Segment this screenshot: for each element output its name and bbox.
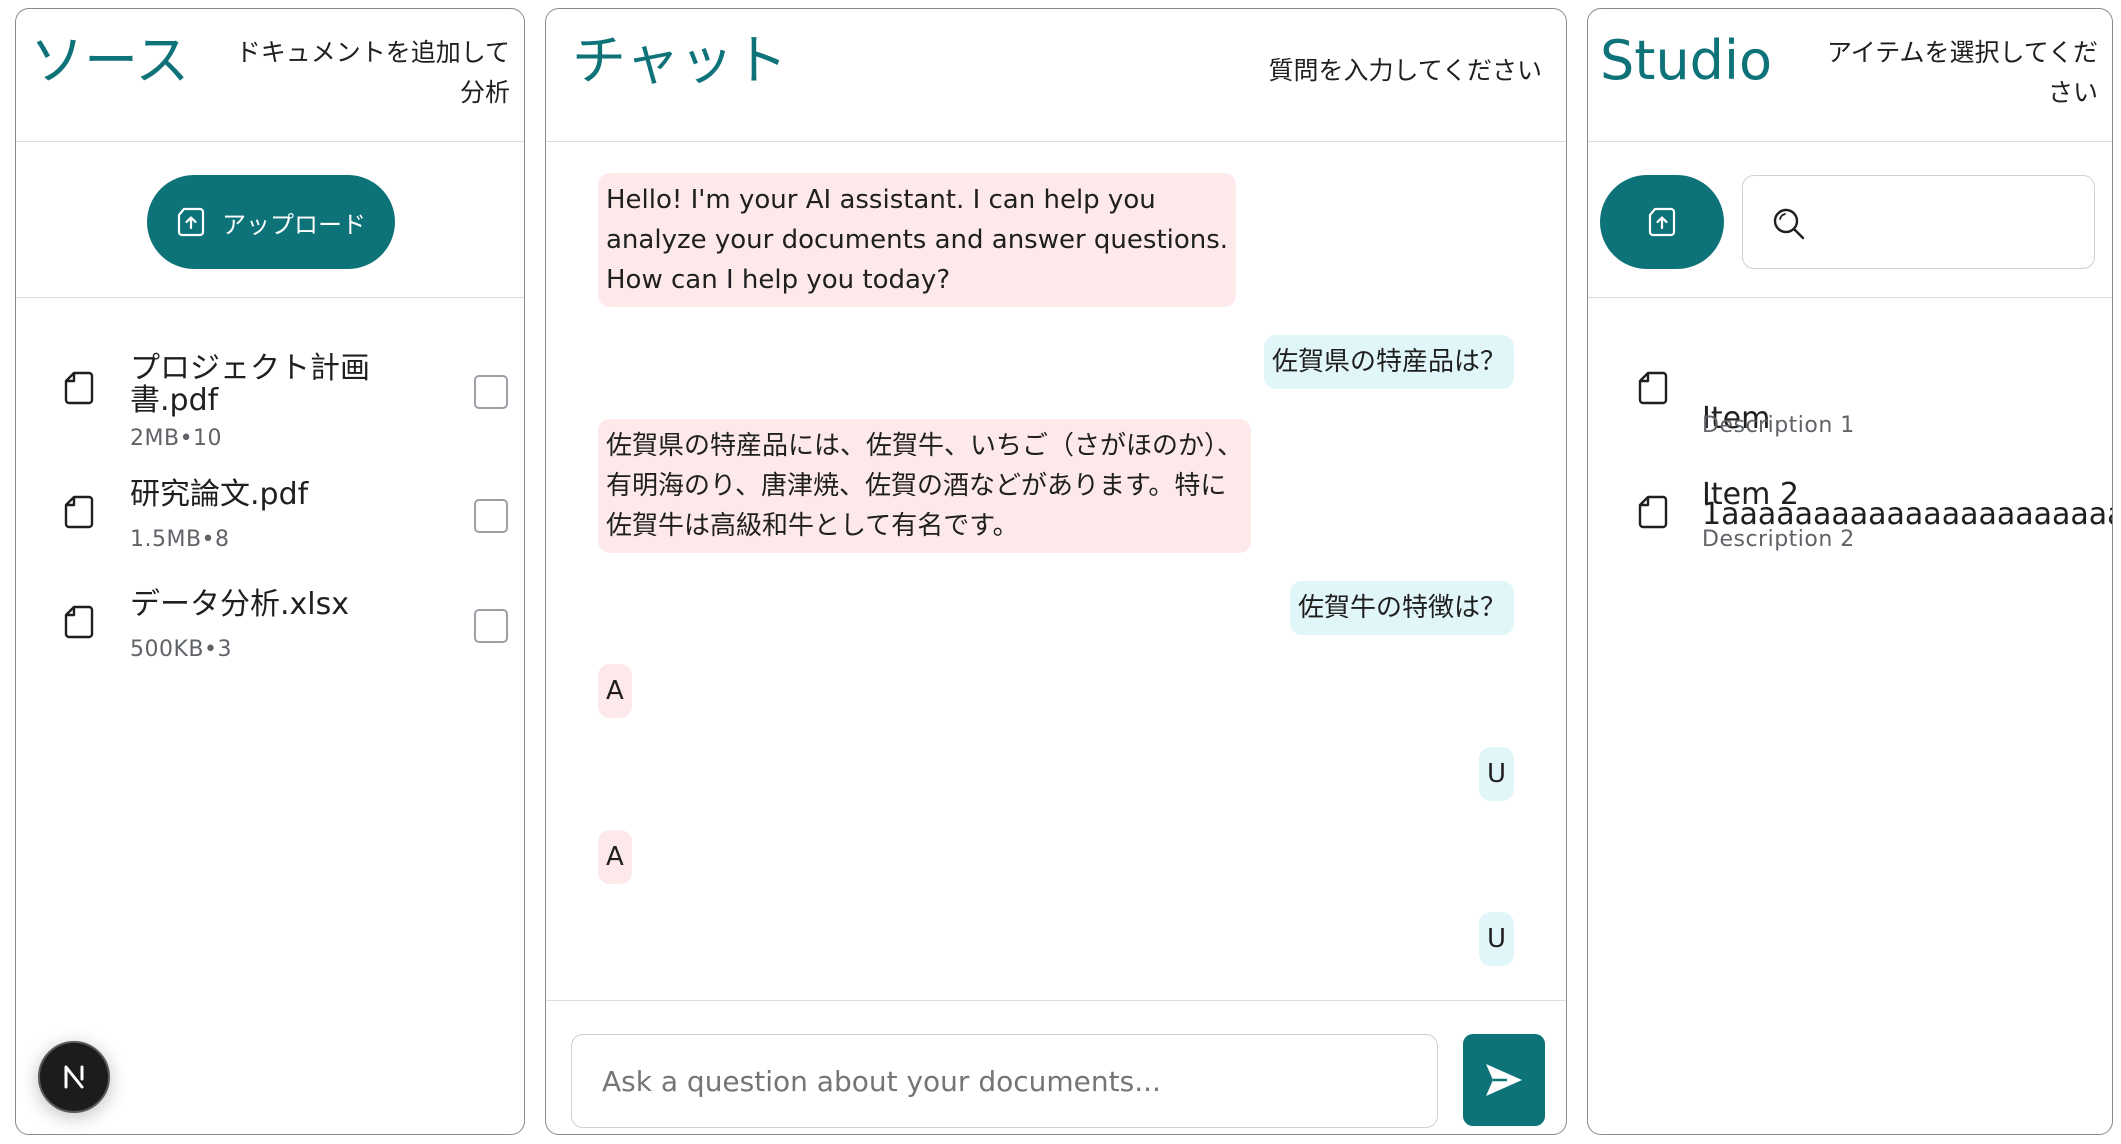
file-meta: 1.5MB•8 — [130, 527, 230, 552]
studio-subtitle-line: さい — [2047, 78, 2098, 107]
item-name: Item 2 — [1702, 479, 1799, 511]
message-line: 佐賀牛は高級和牛として有名です。 — [606, 511, 1019, 541]
studio-header: Studio アイテムを選択してくだ さい — [1588, 9, 2112, 142]
message-line: 有明海のり、唐津焼、佐賀の酒などがあります。特に — [606, 471, 1227, 501]
user-message: 佐賀牛の特徴は？ — [1289, 581, 1514, 635]
upload-button[interactable]: アップロード — [147, 175, 395, 269]
user-message: U — [1478, 912, 1514, 966]
file-checkbox[interactable] — [474, 609, 508, 643]
search-icon — [1771, 206, 1807, 246]
file-checkbox[interactable] — [474, 375, 508, 409]
file-name: プロジェクト計画 書.pdf — [130, 353, 410, 417]
ai-message: A — [598, 664, 632, 718]
sources-subtitle-line: 分析 — [459, 78, 510, 107]
file-icon — [1638, 495, 1668, 533]
file-meta: 500KB•3 — [130, 637, 232, 662]
studio-upload-button[interactable] — [1600, 175, 1724, 269]
studio-panel: Studio アイテムを選択してくだ さい Item 1aaaaaaaaaaaa… — [1587, 8, 2113, 1135]
studio-item[interactable]: Item 1aaaaaaaaaaaaaaaaaaaaaaa Descriptio… — [1588, 331, 2112, 531]
file-name-line: 書.pdf — [130, 383, 219, 418]
sources-subtitle-line: ドキュメントを追加して — [235, 38, 510, 67]
studio-subtitle: アイテムを選択してくだ さい — [1827, 33, 2098, 113]
chat-input[interactable] — [571, 1034, 1438, 1128]
sources-title: ソース — [30, 29, 190, 92]
file-name: 研究論文.pdf — [130, 477, 309, 512]
ai-message: 佐賀県の特産品には、佐賀牛、いちご（さがほのか）、 有明海のり、唐津焼、佐賀の酒… — [598, 419, 1252, 553]
studio-item[interactable]: Item 2 Description 2 — [1588, 455, 2112, 552]
user-message: U — [1478, 747, 1514, 801]
chat-title: チャット — [572, 29, 788, 92]
file-icon — [64, 495, 94, 533]
chat-input-bar — [546, 1000, 1566, 1134]
message-line: Hello! I'm your AI assistant. I can help… — [606, 185, 1156, 215]
chat-panel: チャット 質問を入力してください Hello! I'm your AI assi… — [545, 8, 1567, 1135]
send-icon — [1486, 1064, 1522, 1096]
message-line: analyze your documents and answer questi… — [606, 225, 1229, 255]
chat-header: チャット 質問を入力してください — [546, 9, 1566, 142]
sources-toolbar: アップロード — [16, 143, 524, 298]
message-line: 佐賀県の特産品には、佐賀牛、いちご（さがほのか）、 — [606, 431, 1244, 461]
file-name: データ分析.xlsx — [130, 587, 350, 622]
sources-header: ソース ドキュメントを追加して 分析 — [16, 9, 524, 142]
n-logo-icon — [64, 1065, 84, 1089]
upload-file-icon — [176, 207, 206, 237]
file-item[interactable]: データ分析.xlsx 500KB•3 — [16, 565, 524, 662]
message-line: How can I help you today? — [606, 265, 951, 295]
send-button[interactable] — [1463, 1034, 1545, 1126]
file-meta: 2MB•10 — [130, 426, 223, 451]
upload-button-label: アップロード — [222, 211, 366, 239]
search-input[interactable] — [1742, 175, 2095, 269]
file-icon — [64, 605, 94, 643]
file-checkbox[interactable] — [474, 499, 508, 533]
studio-title: Studio — [1600, 29, 1772, 92]
upload-file-icon — [1648, 207, 1676, 237]
item-description: Description 1 — [1702, 413, 1855, 438]
file-name-line: プロジェクト計画 — [130, 351, 370, 386]
message-list: Hello! I'm your AI assistant. I can help… — [546, 143, 1566, 1000]
studio-toolbar — [1588, 143, 2112, 298]
user-message: 佐賀県の特産品は？ — [1263, 335, 1514, 389]
file-icon — [64, 371, 94, 409]
nextjs-badge[interactable] — [38, 1041, 110, 1113]
sources-panel: ソース ドキュメントを追加して 分析 アップロード プロジェクト計画 書.pdf… — [15, 8, 525, 1135]
chat-subtitle: 質問を入力してください — [1268, 56, 1542, 85]
file-icon — [1638, 371, 1668, 409]
ai-message: Hello! I'm your AI assistant. I can help… — [598, 173, 1237, 307]
studio-subtitle-line: アイテムを選択してくだ — [1826, 38, 2098, 67]
sources-subtitle: ドキュメントを追加して 分析 — [236, 33, 510, 113]
file-item[interactable]: プロジェクト計画 書.pdf 2MB•10 — [16, 331, 524, 451]
item-description: Description 2 — [1702, 527, 1855, 552]
file-item[interactable]: 研究論文.pdf 1.5MB•8 — [16, 455, 524, 552]
ai-message: A — [598, 830, 632, 884]
